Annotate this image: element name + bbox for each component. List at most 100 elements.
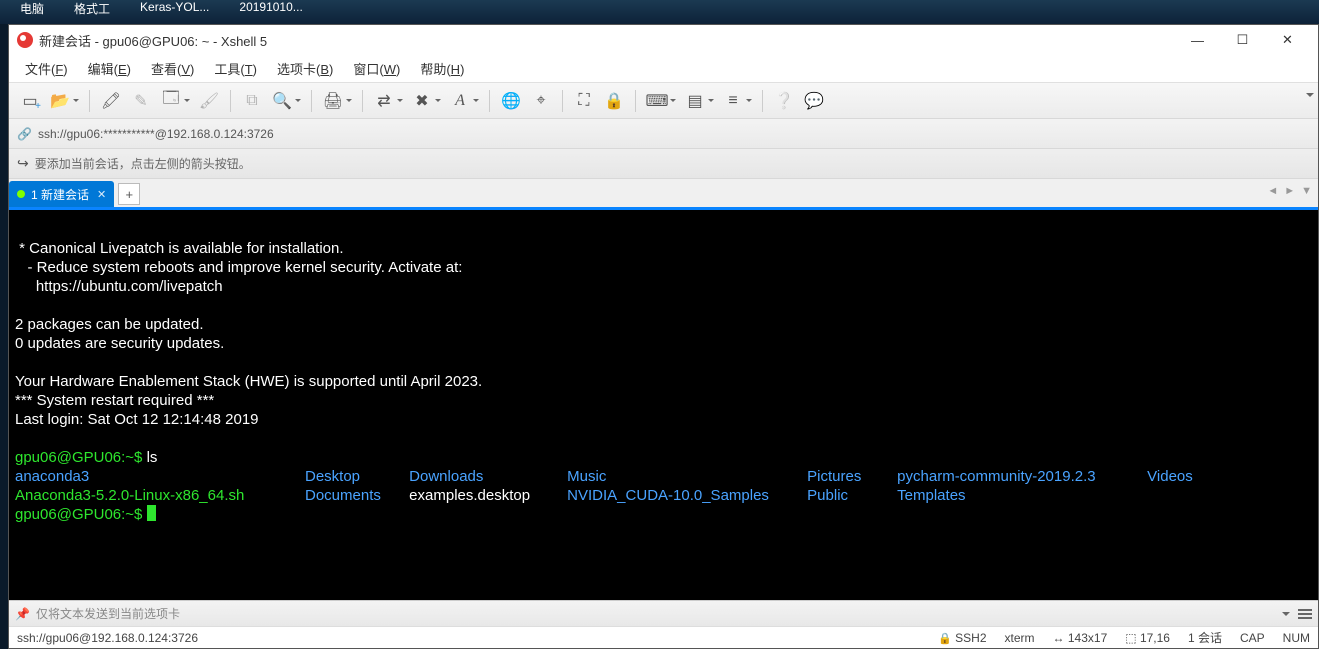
- term-line: - Reduce system reboots and improve kern…: [15, 259, 462, 276]
- chat-icon[interactable]: 💬: [801, 88, 827, 114]
- ssh-lock-icon: 🔒: [938, 633, 952, 645]
- ls-dir: Documents: [305, 486, 405, 505]
- transfer-icon[interactable]: ⇄: [371, 88, 397, 114]
- term-line: Your Hardware Enablement Stack (HWE) is …: [15, 373, 482, 390]
- term-line: https://ubuntu.com/livepatch: [15, 278, 223, 295]
- desktop-icon-label[interactable]: 电脑: [20, 0, 44, 17]
- ls-dir: Music: [567, 467, 807, 486]
- toolbar: ▭+ 📂 🖍 ✎ 🗔 🖌 ⧉ 🔍 🖨 ⇄ ✖ A 🌐 ⌖ ⛶ 🔒 ⌨ ▤ ≡ ❔…: [9, 83, 1318, 119]
- desktop-icon-label[interactable]: 格式工: [74, 0, 110, 17]
- status-proto: 🔒 SSH2: [938, 631, 986, 645]
- term-line: *** System restart required ***: [15, 392, 214, 409]
- highlight-icon[interactable]: 🖍: [98, 88, 124, 114]
- toolbar-overflow-icon[interactable]: [1306, 93, 1314, 101]
- link-icon: 🔗: [17, 127, 32, 141]
- menu-tools[interactable]: 工具(T): [206, 56, 265, 81]
- minimize-button[interactable]: —: [1175, 25, 1220, 55]
- desktop-icon-label[interactable]: 20191010...: [239, 0, 302, 14]
- ls-dir: Public: [807, 486, 897, 505]
- cancel-icon[interactable]: ✖: [409, 88, 435, 114]
- status-pos: ⬚ 17,16: [1125, 631, 1170, 645]
- ls-file: examples.desktop: [409, 486, 567, 505]
- term-line: 0 updates are security updates.: [15, 335, 224, 352]
- list-icon[interactable]: ≡: [720, 88, 746, 114]
- properties-icon[interactable]: 🗔: [158, 88, 184, 114]
- tab-label: 1 新建会话: [31, 186, 89, 203]
- ls-dir: pycharm-community-2019.2.3: [897, 467, 1147, 486]
- maximize-button[interactable]: ☐: [1220, 25, 1265, 55]
- help-icon[interactable]: ❔: [771, 88, 797, 114]
- address-text: ssh://gpu06:***********@192.168.0.124:37…: [38, 127, 274, 141]
- menu-window[interactable]: 窗口(W): [345, 56, 408, 81]
- term-line: Last login: Sat Oct 12 12:14:48 2019: [15, 411, 259, 428]
- status-cap: CAP: [1240, 631, 1265, 645]
- term-command: ls: [147, 449, 158, 466]
- status-num: NUM: [1283, 631, 1310, 645]
- hint-bar: ↪ 要添加当前会话，点击左侧的箭头按钮。: [9, 149, 1318, 179]
- titlebar[interactable]: 新建会话 - gpu06@GPU06: ~ - Xshell 5 — ☐ ✕: [9, 25, 1318, 55]
- menu-help[interactable]: 帮助(H): [412, 56, 472, 81]
- address-bar[interactable]: 🔗 ssh://gpu06:***********@192.168.0.124:…: [9, 119, 1318, 149]
- new-session-icon[interactable]: ▭+: [17, 88, 43, 114]
- terminal-pane[interactable]: * Canonical Livepatch is available for i…: [9, 210, 1318, 600]
- ls-dir: Desktop: [305, 467, 405, 486]
- fullscreen-icon[interactable]: ⛶: [571, 88, 597, 114]
- term-cursor: [147, 505, 156, 521]
- copy-format-icon[interactable]: 🖌: [196, 88, 222, 114]
- tab-bar: 1 新建会话 ✕ + ◄ ► ▼: [9, 179, 1318, 207]
- send-menu-icon[interactable]: [1298, 609, 1312, 619]
- term-prompt: gpu06@GPU06:~$: [15, 506, 147, 523]
- ls-dir: Videos: [1147, 468, 1193, 485]
- tab-scroll-right-icon[interactable]: ►: [1284, 185, 1295, 197]
- status-address: ssh://gpu06@192.168.0.124:3726: [17, 631, 198, 645]
- lock-icon[interactable]: 🔒: [601, 88, 627, 114]
- desktop-background: 电脑 格式工 Keras-YOL... 20191010...: [0, 0, 1319, 24]
- window-title: 新建会话 - gpu06@GPU06: ~ - Xshell 5: [39, 31, 267, 50]
- ls-dir: NVIDIA_CUDA-10.0_Samples: [567, 486, 807, 505]
- xshell-window: 新建会话 - gpu06@GPU06: ~ - Xshell 5 — ☐ ✕ 文…: [8, 24, 1319, 649]
- pos-icon: ⬚: [1125, 631, 1136, 645]
- send-bar: 📌 仅将文本发送到当前选项卡: [9, 600, 1318, 626]
- open-icon[interactable]: 📂: [47, 88, 73, 114]
- menu-view[interactable]: 查看(V): [143, 56, 202, 81]
- send-input[interactable]: 仅将文本发送到当前选项卡: [36, 605, 180, 622]
- pin-icon[interactable]: 📌: [15, 607, 30, 621]
- wand-icon[interactable]: ✎: [128, 88, 154, 114]
- tab-close-icon[interactable]: ✕: [97, 188, 106, 201]
- compass-icon[interactable]: ⌖: [528, 88, 554, 114]
- term-prompt: gpu06@GPU06:~$: [15, 449, 147, 466]
- font-icon[interactable]: A: [447, 88, 473, 114]
- ls-dir: Downloads: [409, 467, 567, 486]
- menu-edit[interactable]: 编辑(E): [80, 56, 139, 81]
- new-tab-button[interactable]: +: [118, 183, 140, 205]
- ls-dir: anaconda3: [15, 467, 305, 486]
- status-bar: ssh://gpu06@192.168.0.124:3726 🔒 SSH2 xt…: [9, 626, 1318, 648]
- tab-list-icon[interactable]: ▼: [1301, 185, 1312, 197]
- print-icon[interactable]: 🖨: [320, 88, 346, 114]
- globe-icon[interactable]: 🌐: [498, 88, 524, 114]
- status-sessions: 1 会话: [1188, 629, 1222, 646]
- ls-dir: Pictures: [807, 467, 897, 486]
- tab-status-dot-icon: [17, 190, 25, 198]
- menubar: 文件(F) 编辑(E) 查看(V) 工具(T) 选项卡(B) 窗口(W) 帮助(…: [9, 55, 1318, 83]
- find-icon[interactable]: 🔍: [269, 88, 295, 114]
- ls-dir: Templates: [897, 487, 965, 504]
- menu-file[interactable]: 文件(F): [17, 56, 76, 81]
- keyboard-icon[interactable]: ⌨: [644, 88, 670, 114]
- size-icon: ↔: [1053, 631, 1065, 645]
- bookmark-arrow-icon[interactable]: ↪: [17, 155, 29, 172]
- copy-icon[interactable]: ⧉: [239, 88, 265, 114]
- layout-icon[interactable]: ▤: [682, 88, 708, 114]
- menu-tabs[interactable]: 选项卡(B): [269, 56, 341, 81]
- send-target-dropdown-icon[interactable]: [1282, 612, 1290, 620]
- term-line: 2 packages can be updated.: [15, 316, 203, 333]
- desktop-icon-label[interactable]: Keras-YOL...: [140, 0, 209, 14]
- status-term: xterm: [1005, 631, 1035, 645]
- tab-active[interactable]: 1 新建会话 ✕: [9, 181, 114, 207]
- close-button[interactable]: ✕: [1265, 25, 1310, 55]
- status-size: ↔ 143x17: [1053, 631, 1108, 645]
- ls-exec: Anaconda3-5.2.0-Linux-x86_64.sh: [15, 486, 305, 505]
- tab-scroll-left-icon[interactable]: ◄: [1267, 185, 1278, 197]
- hint-text: 要添加当前会话，点击左侧的箭头按钮。: [35, 155, 251, 172]
- app-icon: [17, 32, 33, 48]
